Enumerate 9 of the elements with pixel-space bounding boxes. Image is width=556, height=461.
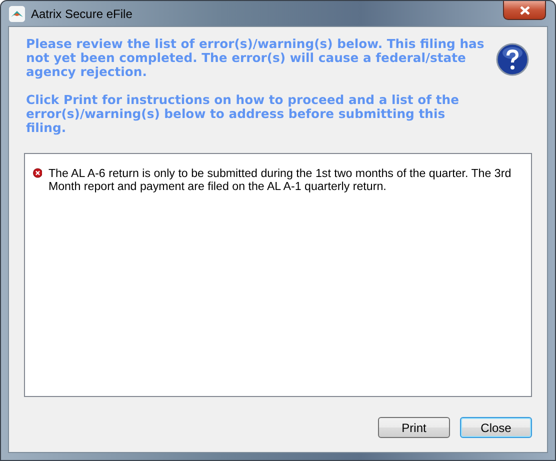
app-logo-icon (9, 6, 25, 22)
dialog-button[interactable]: Close (460, 417, 532, 438)
instruction-text: Please review the list of error(s)/warning(s) below. This filing has not yet been completed. The error(s) will cause a federal/state agency rejection. (26, 37, 486, 79)
dialog-button[interactable]: Print (378, 417, 450, 438)
instruction-text: Click Print for instructions on how to proceed and a list of the error(s)/warning(s) below to address before submitting this filing. (26, 93, 460, 135)
message-text: The AL A-6 return is only to be submitted during the 1st two months of the quarter. The 3rd Month report and payment are filed on the AL A-1 quarterly return. (48, 167, 512, 193)
window-title: Aatrix Secure eFile (31, 6, 132, 20)
close-icon[interactable] (503, 1, 546, 20)
help-icon (496, 43, 529, 76)
